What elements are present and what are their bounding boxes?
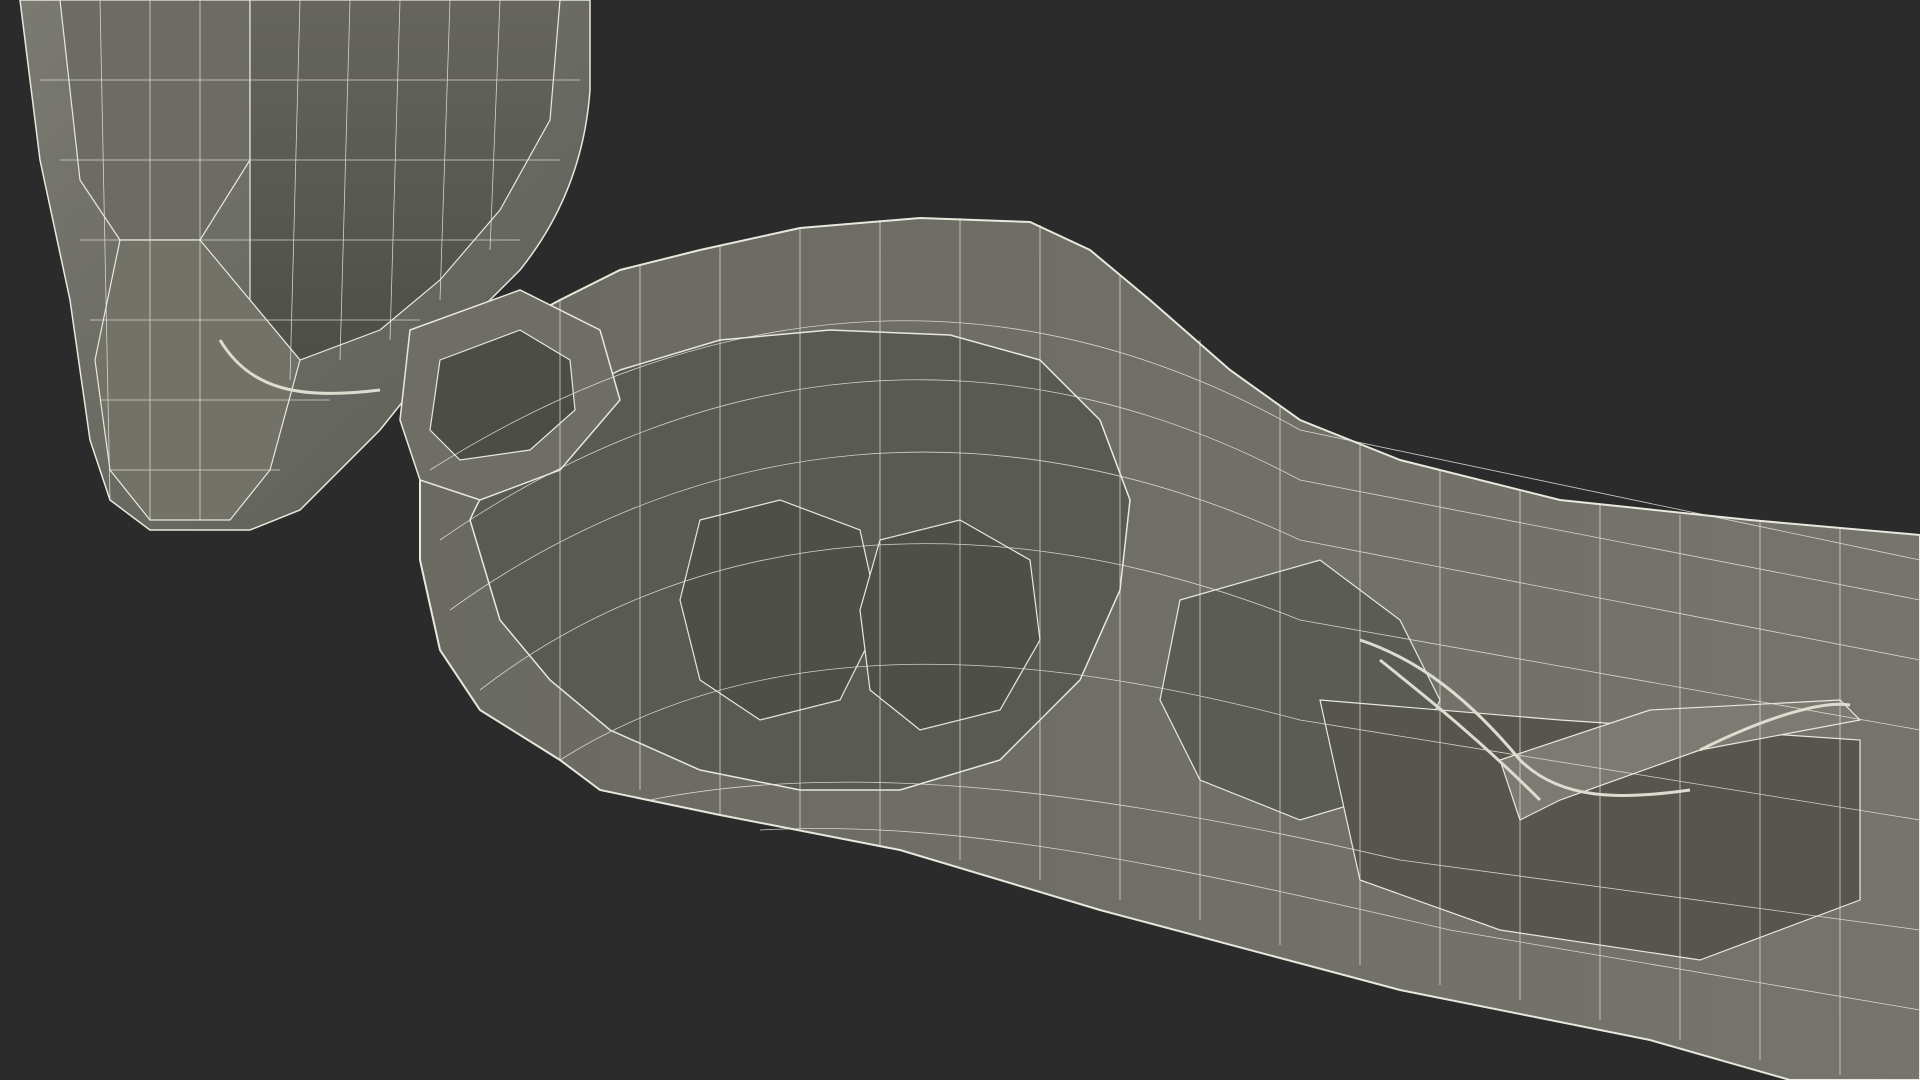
wireframe-render	[19, 0, 1920, 1080]
3d-viewport	[0, 0, 1920, 1080]
deck-body	[419, 216, 1920, 1080]
